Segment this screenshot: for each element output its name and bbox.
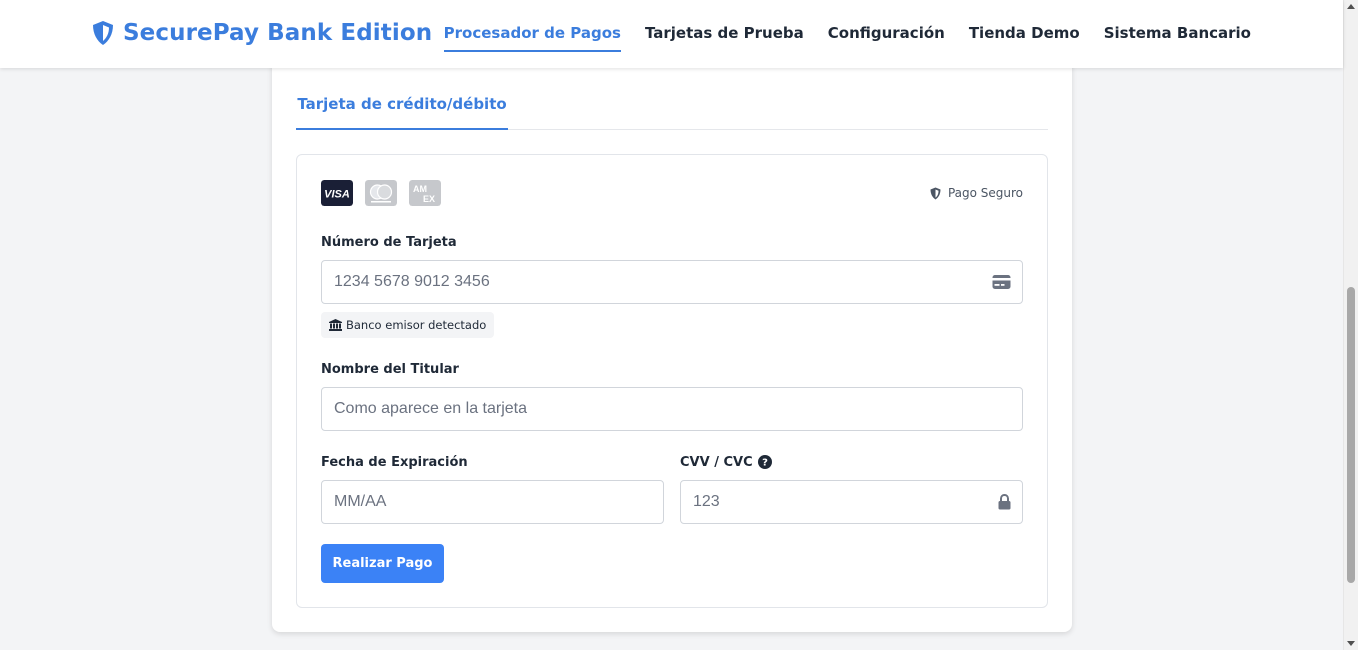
- nav-item-procesador-pagos[interactable]: Procesador de Pagos: [443, 24, 621, 52]
- svg-text:EX: EX: [423, 194, 435, 204]
- credit-card-icon: [992, 275, 1011, 289]
- mastercard-icon: [365, 180, 397, 206]
- holder-name-input[interactable]: [322, 388, 1022, 430]
- payment-form: VISA AM EX Pago Seguro Número de Tarjeta: [296, 154, 1048, 608]
- brand-name: SecurePay Bank Edition: [123, 20, 433, 46]
- secure-payment-indicator: Pago Seguro: [930, 186, 1023, 200]
- submit-payment-button[interactable]: Realizar Pago: [321, 544, 444, 583]
- scroll-thumb[interactable]: [1347, 287, 1355, 583]
- main-nav: Procesador de Pagos Tarjetas de Prueba C…: [443, 24, 1251, 52]
- shield-icon: [93, 21, 113, 45]
- scroll-up-arrow-icon[interactable]: [1347, 4, 1355, 9]
- svg-text:VISA: VISA: [324, 189, 350, 201]
- card-number-label: Número de Tarjeta: [321, 235, 457, 250]
- question-circle-icon[interactable]: ?: [758, 455, 772, 469]
- scroll-down-arrow-icon[interactable]: [1347, 641, 1355, 646]
- expiry-field: [321, 480, 664, 524]
- lock-icon: [998, 494, 1011, 510]
- nav-item-configuracion[interactable]: Configuración: [828, 24, 945, 52]
- nav-item-tarjetas-prueba[interactable]: Tarjetas de Prueba: [645, 24, 804, 52]
- bank-detected-badge: Banco emisor detectado: [321, 312, 495, 338]
- cvv-label: CVV / CVC: [680, 455, 753, 470]
- card-number-field: [321, 260, 1023, 304]
- svg-text:?: ?: [762, 458, 768, 469]
- payment-card: Tarjeta de crédito/débito VISA AM EX Pag…: [272, 40, 1072, 632]
- shield-icon: [930, 187, 941, 199]
- cvv-input[interactable]: [681, 481, 1022, 523]
- visa-icon: VISA: [321, 180, 353, 206]
- brand[interactable]: SecurePay Bank Edition: [91, 20, 432, 46]
- scrollbar[interactable]: [1343, 0, 1358, 650]
- expiry-label: Fecha de Expiración: [321, 455, 468, 470]
- holder-name-label: Nombre del Titular: [321, 362, 459, 377]
- expiry-input[interactable]: [322, 481, 663, 523]
- secure-label: Pago Seguro: [947, 186, 1023, 200]
- bank-icon: [329, 319, 342, 331]
- accepted-cards: VISA AM EX: [321, 180, 441, 206]
- payment-tabs: Tarjeta de crédito/débito: [296, 90, 1048, 130]
- svg-text:AM: AM: [413, 184, 427, 194]
- nav-item-sistema-bancario[interactable]: Sistema Bancario: [1104, 24, 1251, 52]
- tab-credit-debit-card[interactable]: Tarjeta de crédito/débito: [296, 90, 508, 130]
- bank-badge-label: Banco emisor detectado: [346, 318, 487, 332]
- top-header: SecurePay Bank Edition Procesador de Pag…: [0, 0, 1343, 68]
- card-number-input[interactable]: [322, 261, 1022, 303]
- cvv-field: [680, 480, 1023, 524]
- nav-item-tienda-demo[interactable]: Tienda Demo: [969, 24, 1080, 52]
- amex-icon: AM EX: [409, 180, 441, 206]
- holder-name-field: [321, 387, 1023, 431]
